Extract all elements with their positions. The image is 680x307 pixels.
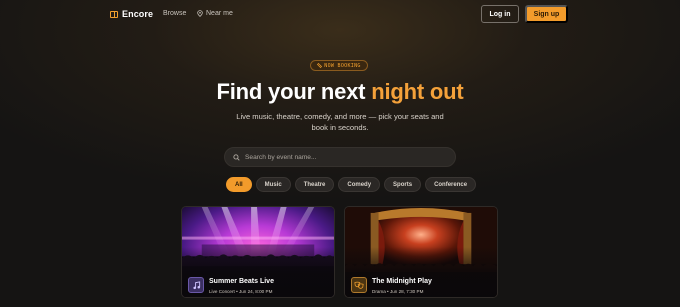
category-chip-sports[interactable]: Sports — [384, 177, 422, 192]
music-note-icon — [188, 277, 204, 293]
nav-link-near-me[interactable]: Near me — [197, 10, 233, 17]
event-card[interactable]: The Midnight Play Drama • Jun 28, 7:30 P… — [344, 206, 498, 298]
top-nav: Encore Browse Near me Log in Sign up — [0, 0, 680, 28]
category-chip-music[interactable]: Music — [255, 177, 291, 192]
near-me-label: Near me — [206, 10, 233, 17]
search-icon — [233, 153, 240, 161]
ticket-logo-icon — [110, 10, 118, 18]
category-chip-all[interactable]: All — [226, 177, 252, 192]
search-input[interactable] — [245, 153, 445, 161]
login-button[interactable]: Log in — [481, 5, 519, 23]
search-bar[interactable] — [224, 147, 456, 167]
headline-prefix: Find your next — [216, 79, 372, 104]
event-title: Summer Beats Live — [209, 278, 274, 285]
brand-name: Encore — [122, 9, 154, 19]
brand-logo[interactable]: Encore — [110, 9, 153, 19]
hero-subtitle: Live music, theatre, comedy, and more — … — [236, 112, 444, 132]
event-meta: Drama • Jun 28, 7:30 PM — [372, 289, 424, 294]
category-chip-comedy[interactable]: Comedy — [338, 177, 381, 192]
event-meta: Live Concert • Jun 24, 8:00 PM — [209, 289, 273, 294]
signup-button[interactable]: Sign up — [525, 5, 568, 23]
category-chip-theatre[interactable]: Theatre — [294, 177, 335, 192]
category-filter: All Music Theatre Comedy Sports Conferen… — [226, 177, 477, 192]
ticket-icon — [317, 63, 323, 68]
theater-masks-icon — [351, 277, 367, 293]
location-pin-icon — [197, 10, 203, 17]
nav-link-browse[interactable]: Browse — [163, 10, 186, 17]
now-booking-badge: NOW BOOKING — [310, 60, 368, 71]
headline-accent: night out — [371, 79, 464, 104]
event-title: The Midnight Play — [372, 278, 432, 285]
badge-label: NOW BOOKING — [324, 62, 361, 69]
hero-headline: Find your next night out — [0, 80, 680, 104]
event-card[interactable]: Summer Beats Live Live Concert • Jun 24,… — [181, 206, 335, 298]
category-chip-conference[interactable]: Conference — [425, 177, 477, 192]
